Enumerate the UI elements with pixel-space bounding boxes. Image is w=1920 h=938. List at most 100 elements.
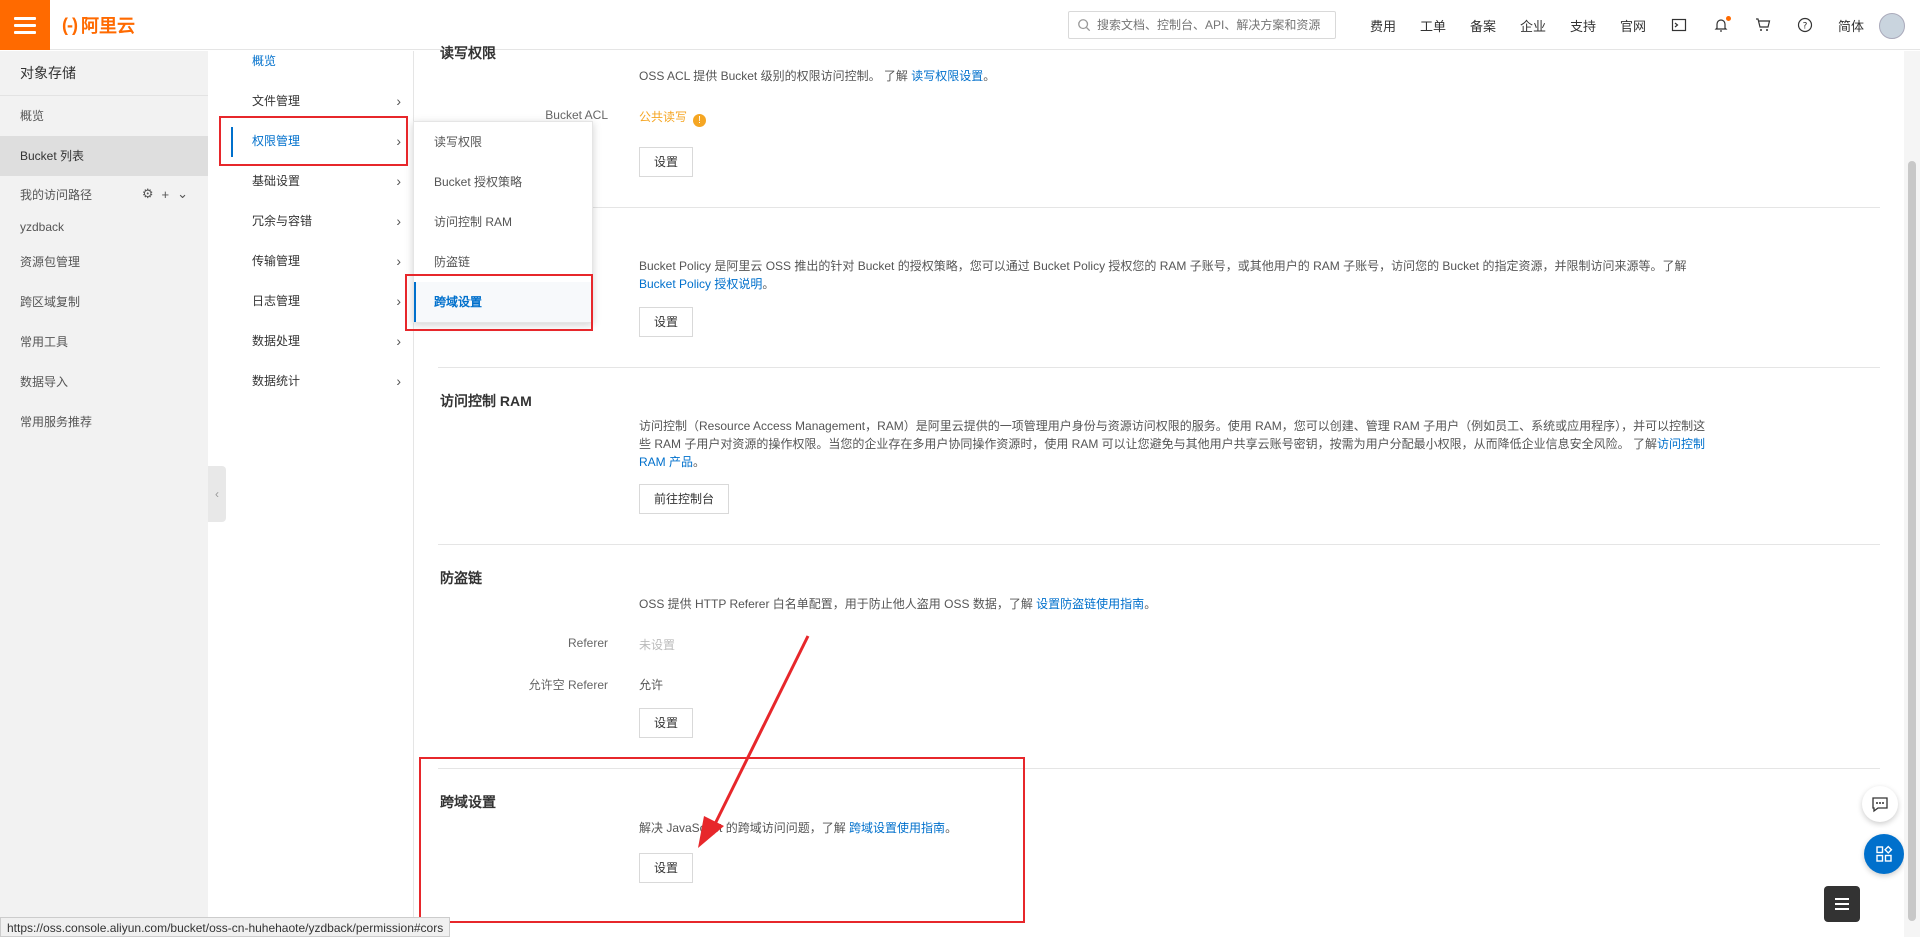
aliyun-logo[interactable]: (-) 阿里云: [62, 13, 135, 37]
warning-icon[interactable]: !: [693, 114, 707, 127]
section-title-acl: 读写权限: [440, 45, 496, 61]
chevron-right-icon: ›: [396, 333, 401, 349]
collapse-sidebar-chevron-left-icon[interactable]: ‹: [208, 466, 226, 522]
float-menu-icon[interactable]: [1824, 886, 1860, 922]
status-bar-url: https://oss.console.aliyun.com/bucket/os…: [0, 917, 451, 937]
chat-icon[interactable]: [1862, 786, 1898, 822]
chevron-down-icon[interactable]: ⌄: [177, 186, 188, 202]
subnav-label: 冗余与容错: [252, 214, 313, 228]
subnav-item-logs[interactable]: 日志管理 ›: [226, 281, 413, 321]
avatar[interactable]: [1879, 13, 1905, 39]
subnav-item-data-processing[interactable]: 数据处理 ›: [226, 321, 413, 361]
logo-mark: (-): [62, 14, 78, 35]
desc-text: Bucket Policy 是阿里云 OSS 推出的针对 Bucket 的授权策…: [639, 259, 1687, 273]
page-scrollbar[interactable]: [1904, 51, 1920, 937]
desc-text: OSS 提供 HTTP Referer 白名单配置，用于防止他人盗用 OSS 数…: [639, 597, 1033, 611]
gear-icon[interactable]: ⚙: [142, 186, 154, 202]
acl-value-text: 公共读写: [639, 110, 688, 124]
hamburger-menu-icon[interactable]: [0, 0, 50, 50]
policy-help-link[interactable]: Bucket Policy 授权说明: [639, 277, 762, 291]
sidebar-item-overview[interactable]: 概览: [0, 96, 208, 136]
flyout-item-acl[interactable]: 读写权限: [414, 122, 592, 162]
subnav-label: 数据处理: [252, 334, 301, 348]
logo-text: 阿里云: [80, 16, 135, 36]
top-bar: (-) 阿里云 费用 工单 备案 企业 支持 官网 ? 简体: [0, 0, 1920, 50]
subnav-label: 日志管理: [252, 294, 301, 308]
divider: [438, 367, 1880, 368]
acl-settings-button[interactable]: 设置: [639, 147, 694, 177]
sidebar-item-recommended[interactable]: 常用服务推荐: [0, 402, 208, 442]
scrollbar-thumb[interactable]: [1908, 161, 1916, 921]
subnav-item-files[interactable]: 文件管理 ›: [226, 81, 413, 121]
sidebar-item-data-import[interactable]: 数据导入: [0, 362, 208, 402]
cors-help-link[interactable]: 跨域设置使用指南: [849, 821, 945, 835]
referer-settings-button[interactable]: 设置: [639, 708, 694, 738]
referer-help-link[interactable]: 设置防盗链使用指南: [1036, 597, 1144, 611]
divider: [438, 207, 1880, 208]
allow-empty-referer-value: 允许: [639, 678, 664, 692]
my-access-paths: 我的访问路径 ⚙ + ⌄: [0, 176, 208, 212]
chevron-right-icon: ›: [396, 213, 401, 229]
search-icon: [1078, 19, 1091, 32]
section-title-cors: 跨域设置: [440, 794, 496, 810]
referer-description: OSS 提供 HTTP Referer 白名单配置，用于防止他人盗用 OSS 数…: [639, 597, 1157, 611]
sidebar-title: 对象存储: [0, 51, 208, 96]
chevron-right-icon: ›: [396, 253, 401, 269]
subnav-item-basic-settings[interactable]: 基础设置 ›: [226, 161, 413, 201]
cart-icon[interactable]: [1742, 0, 1784, 50]
chevron-right-icon: ›: [396, 293, 401, 309]
help-icon[interactable]: ?: [1784, 0, 1826, 50]
access-paths-label: 我的访问路径: [20, 187, 93, 202]
acl-help-link[interactable]: 读写权限设置: [911, 69, 983, 83]
subnav-item-overview[interactable]: 概览: [226, 51, 413, 71]
subnav-label: 传输管理: [252, 254, 301, 268]
subnav-item-permissions[interactable]: 权限管理 ›: [226, 121, 413, 161]
divider: [438, 544, 1880, 545]
bell-icon[interactable]: [1700, 0, 1742, 50]
nav-enterprise[interactable]: 企业: [1508, 16, 1558, 35]
flyout-item-referer[interactable]: 防盗链: [414, 242, 592, 282]
ram-console-button[interactable]: 前往控制台: [639, 484, 730, 514]
chevron-right-icon: ›: [396, 93, 401, 109]
sidebar-item-cross-region[interactable]: 跨区域复制: [0, 282, 208, 322]
cors-settings-button[interactable]: 设置: [639, 853, 694, 883]
nav-fees[interactable]: 费用: [1358, 16, 1408, 35]
subnav-item-transfer[interactable]: 传输管理 ›: [226, 241, 413, 281]
subnav-item-redundancy[interactable]: 冗余与容错 ›: [226, 201, 413, 241]
permissions-flyout-menu: 读写权限 Bucket 授权策略 访问控制 RAM 防盗链 跨域设置: [413, 121, 593, 323]
cors-description: 解决 JavaScript 的跨域访问问题，了解 跨域设置使用指南。: [639, 821, 958, 835]
plus-icon[interactable]: +: [162, 187, 170, 202]
flyout-item-bucket-policy[interactable]: Bucket 授权策略: [414, 162, 592, 202]
subnav-label: 文件管理: [252, 94, 301, 108]
terminal-icon[interactable]: [1658, 0, 1700, 50]
apps-grid-icon[interactable]: [1864, 834, 1904, 874]
desc-text: OSS ACL 提供 Bucket 级别的权限访问控制。 了解: [639, 69, 908, 83]
notification-dot: [1726, 16, 1731, 21]
chevron-right-icon: ›: [396, 373, 401, 389]
section-title-ram: 访问控制 RAM: [440, 393, 532, 409]
language-switch[interactable]: 简体: [1826, 16, 1876, 35]
label-bucket-acl: Bucket ACL: [545, 108, 608, 122]
ram-description: 访问控制（Resource Access Management，RAM）是阿里云…: [639, 419, 1706, 469]
search-box[interactable]: [1068, 11, 1336, 39]
sidebar-item-bucket[interactable]: yzdback: [0, 212, 208, 242]
flyout-item-cors[interactable]: 跨域设置: [414, 282, 592, 322]
policy-settings-button[interactable]: 设置: [639, 307, 694, 337]
acl-description: OSS ACL 提供 Bucket 级别的权限访问控制。 了解 读写权限设置。: [639, 69, 996, 83]
subnav-item-statistics[interactable]: 数据统计 ›: [226, 361, 413, 401]
nav-official-site[interactable]: 官网: [1608, 16, 1658, 35]
desc-text: 访问控制（Resource Access Management，RAM）是阿里云…: [639, 419, 1706, 451]
svg-text:?: ?: [1803, 22, 1808, 32]
top-nav: 费用 工单 备案 企业 支持 官网 ? 简体: [1358, 0, 1876, 50]
subnav-label: 数据统计: [252, 374, 301, 388]
flyout-item-ram[interactable]: 访问控制 RAM: [414, 202, 592, 242]
sidebar-item-tools[interactable]: 常用工具: [0, 322, 208, 362]
nav-icp[interactable]: 备案: [1458, 16, 1508, 35]
sidebar-item-resource-pack[interactable]: 资源包管理: [0, 242, 208, 282]
search-input[interactable]: [1097, 18, 1327, 32]
nav-support[interactable]: 支持: [1558, 16, 1608, 35]
chevron-right-icon: ›: [396, 133, 401, 149]
sidebar-item-bucket-list[interactable]: Bucket 列表: [0, 136, 208, 176]
chevron-right-icon: ›: [396, 173, 401, 189]
nav-tickets[interactable]: 工单: [1408, 16, 1458, 35]
